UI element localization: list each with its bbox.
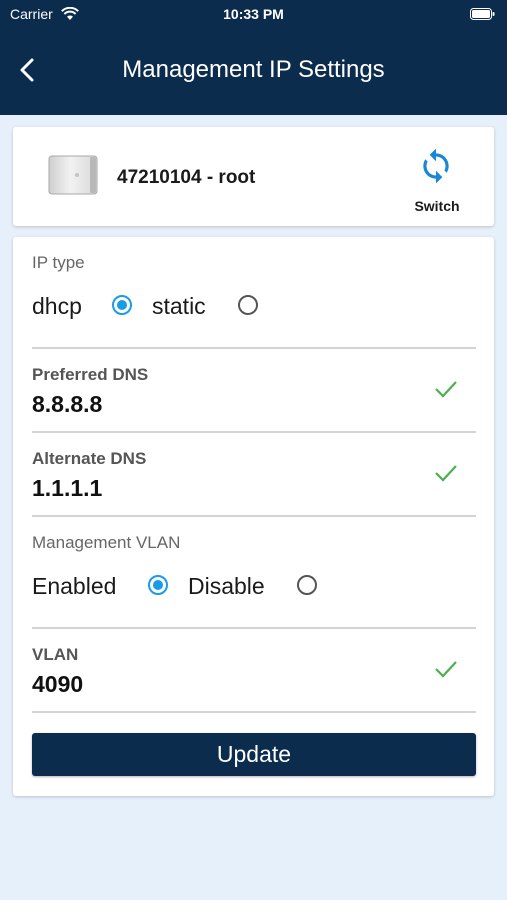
disable-radio[interactable] (297, 575, 317, 595)
static-option-label[interactable]: static (152, 293, 206, 320)
access-point-image (48, 155, 98, 200)
alternate-dns-label: Alternate DNS (32, 449, 147, 468)
ip-type-label: IP type (32, 253, 85, 272)
vlan-value[interactable]: 4090 (32, 671, 83, 698)
divider (32, 347, 476, 349)
divider (32, 515, 476, 517)
status-bar: Carrier 10:33 PM (0, 6, 507, 24)
management-vlan-label: Management VLAN (32, 533, 181, 552)
device-card: 47210104 - root Switch (13, 127, 494, 226)
divider (32, 627, 476, 629)
preferred-dns-value[interactable]: 8.8.8.8 (32, 391, 102, 418)
divider (32, 431, 476, 433)
alternate-dns-value[interactable]: 1.1.1.1 (32, 475, 102, 502)
dhcp-radio[interactable] (112, 295, 132, 315)
battery-icon (470, 7, 495, 23)
page-title: Management IP Settings (122, 56, 385, 83)
switch-device-icon[interactable] (417, 147, 455, 190)
enabled-radio[interactable] (148, 575, 168, 595)
preferred-dns-label: Preferred DNS (32, 365, 149, 384)
device-name: 47210104 - root (117, 167, 256, 188)
vlan-label: VLAN (32, 645, 79, 664)
update-button[interactable]: Update (32, 733, 476, 776)
static-radio[interactable] (238, 295, 258, 315)
dhcp-option-label[interactable]: dhcp (32, 293, 82, 320)
switch-device-label[interactable]: Switch (409, 198, 465, 214)
settings-form: IP type dhcp static Preferred DNS 8.8.8.… (13, 237, 494, 796)
disable-option-label[interactable]: Disable (188, 573, 265, 600)
preferred-dns-valid-check-icon (434, 379, 458, 404)
enabled-option-label[interactable]: Enabled (32, 573, 116, 600)
vlan-valid-check-icon (434, 659, 458, 684)
alternate-dns-valid-check-icon (434, 463, 458, 488)
app-header: Carrier 10:33 PM Management IP Settings (0, 0, 507, 115)
divider (32, 711, 476, 713)
clock: 10:33 PM (223, 6, 284, 22)
